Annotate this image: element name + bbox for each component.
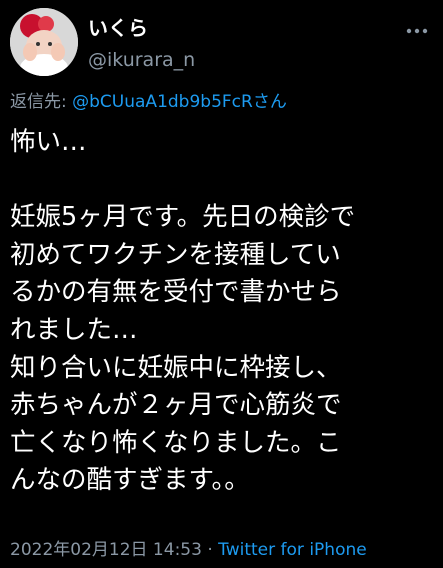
avatar[interactable] xyxy=(10,8,78,76)
tweet-line: 亡くなり怖くなりました。こ xyxy=(10,427,342,458)
timestamp[interactable]: 2022年02月12日 14:53 xyxy=(10,540,202,560)
tweet-line: るかの有無を受付で書かせら xyxy=(10,277,342,308)
reply-target-link[interactable]: @bCUuaA1db9b5FcRさん xyxy=(72,92,287,112)
tweet-line: 初めてワクチンを接種してい xyxy=(10,239,341,270)
tweet-text: 怖い… 妊娠5ヶ月です。先日の検診で 初めてワクチンを接種してい るかの有無を受… xyxy=(10,124,438,500)
source-link[interactable]: Twitter for iPhone xyxy=(218,540,367,560)
reply-prefix: 返信先: xyxy=(10,92,73,112)
tweet-line: 赤ちゃんが２ヶ月で心筋炎で xyxy=(10,390,342,421)
meta-separator: · xyxy=(201,540,219,560)
tweet-line: 妊娠5ヶ月です。先日の検診で xyxy=(10,202,356,233)
avatar-image xyxy=(10,8,78,76)
tweet-line: んなの酷すぎます。。 xyxy=(10,465,250,496)
more-horizontal-icon[interactable] xyxy=(405,22,429,34)
display-name[interactable]: いくら xyxy=(88,16,148,40)
tweet-line: れました… xyxy=(10,314,138,345)
tweet-line xyxy=(10,162,438,200)
tweet-meta: 2022年02月12日 14:53 · Twitter for iPhone xyxy=(10,538,367,562)
user-handle[interactable]: @ikurara_n xyxy=(88,48,195,72)
reply-context: 返信先: @bCUuaA1db9b5FcRさん xyxy=(10,90,287,114)
tweet-line: 怖い… xyxy=(10,127,87,157)
tweet-line: 知り合いに妊娠中に枠接し、 xyxy=(10,352,342,383)
tweet-header: いくら @ikurara_n xyxy=(8,8,435,80)
